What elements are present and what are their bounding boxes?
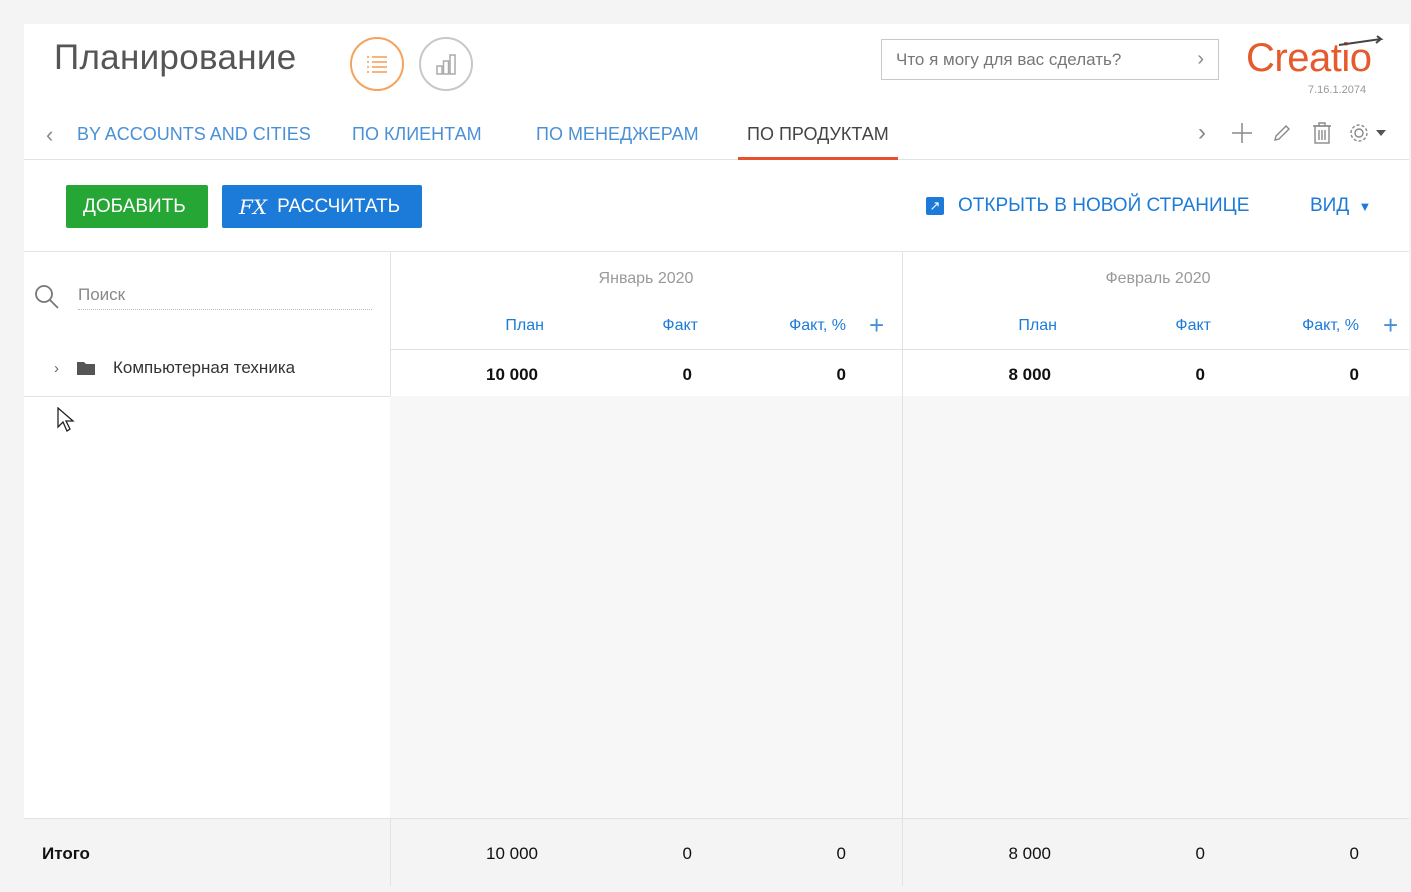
search-icon: [35, 285, 59, 309]
total-jan-fact: 0: [682, 844, 692, 863]
view-menu-button[interactable]: ВИД ▼: [1310, 195, 1371, 217]
folder-icon: [77, 362, 95, 375]
calculate-button[interactable]: fx РАССЧИТАТЬ: [222, 185, 422, 228]
command-line-placeholder: Что я могу для вас сделать?: [896, 49, 1122, 69]
page-title: Планирование: [54, 38, 297, 77]
version-label: 7.16.1.2074: [1308, 84, 1367, 96]
list-view-button[interactable]: [350, 37, 404, 91]
chevron-right-icon[interactable]: ›: [54, 360, 59, 377]
delete-icon[interactable]: [1309, 120, 1335, 146]
cell-jan-fact-percent[interactable]: 0: [772, 365, 846, 385]
period-header: Февраль 2020: [1105, 270, 1211, 287]
cell-feb-fact[interactable]: 0: [1131, 365, 1205, 385]
tab-by-products[interactable]: ПО ПРОДУКТАМ: [738, 112, 898, 160]
calculate-button-label: РАССЧИТАТЬ: [277, 195, 401, 217]
column-header-fact-percent[interactable]: Факт, %: [1269, 317, 1359, 335]
total-jan-plan: 10 000: [486, 844, 538, 863]
caret-down-icon: ▼: [1358, 199, 1372, 214]
grid-divider: [390, 818, 391, 886]
tree-row-computer-equipment[interactable]: › Компьютерная техника: [54, 358, 295, 378]
grid-search[interactable]: Поиск: [34, 284, 372, 310]
chart-icon: [436, 54, 456, 75]
column-header-fact[interactable]: Факт: [618, 317, 698, 335]
tree-row-label: Компьютерная техника: [113, 358, 296, 377]
tab-tools: ›: [1189, 119, 1389, 146]
command-line-input[interactable]: Что я могу для вас сделать? ›: [881, 39, 1219, 80]
cell-feb-fact-percent[interactable]: 0: [1285, 365, 1359, 385]
column-header-plan[interactable]: План: [977, 317, 1057, 335]
tab-prev-icon[interactable]: ‹: [46, 122, 53, 148]
list-icon: [367, 56, 387, 73]
grid-divider: [902, 396, 903, 818]
tab-by-managers[interactable]: ПО МЕНЕДЖЕРАМ: [527, 112, 708, 160]
total-feb-fact: 0: [1195, 844, 1205, 863]
function-icon: fx: [239, 194, 268, 219]
external-link-icon: ↗: [926, 197, 944, 215]
add-column-icon[interactable]: +: [1383, 310, 1398, 341]
total-feb-fact-percent: 0: [1349, 844, 1359, 863]
view-menu-label: ВИД: [1310, 195, 1350, 216]
grid-empty-area: [390, 396, 1409, 818]
grid-search-placeholder: Поиск: [78, 285, 372, 310]
tab-bar: ‹ BY ACCOUNTS AND CITIES ПО КЛИЕНТАМ ПО …: [24, 112, 1409, 160]
open-in-new-page-label: ОТКРЫТЬ В НОВОЙ СТРАНИЦЕ: [958, 195, 1250, 216]
header-divider: [390, 349, 1409, 350]
chevron-right-icon[interactable]: ›: [1197, 48, 1204, 71]
tab-by-clients[interactable]: ПО КЛИЕНТАМ: [343, 112, 491, 160]
column-header-fact[interactable]: Факт: [1131, 317, 1211, 335]
chart-view-button[interactable]: [419, 37, 473, 91]
total-feb-plan: 8 000: [1008, 844, 1051, 863]
cell-jan-plan[interactable]: 10 000: [444, 365, 538, 385]
settings-icon[interactable]: [1349, 120, 1389, 146]
mouse-cursor-icon: [57, 407, 75, 432]
add-button[interactable]: ДОБАВИТЬ: [66, 185, 208, 228]
period-header: Январь 2020: [598, 270, 694, 287]
column-header-fact-percent[interactable]: Факт, %: [756, 317, 846, 335]
grid-divider: [902, 818, 903, 886]
totals-label: Итого: [42, 844, 90, 863]
grid-top-border: [24, 251, 1409, 252]
add-column-icon[interactable]: +: [869, 310, 884, 341]
logo-arrow-icon: [1338, 35, 1384, 46]
cell-feb-plan[interactable]: 8 000: [957, 365, 1051, 385]
open-in-new-page-link[interactable]: ↗ ОТКРЫТЬ В НОВОЙ СТРАНИЦЕ: [926, 195, 1249, 217]
edit-icon[interactable]: [1269, 120, 1295, 146]
cell-jan-fact[interactable]: 0: [618, 365, 692, 385]
total-jan-fact-percent: 0: [836, 844, 846, 863]
column-header-plan[interactable]: План: [464, 317, 544, 335]
tab-next-icon[interactable]: ›: [1189, 119, 1215, 146]
add-tab-icon[interactable]: [1229, 120, 1255, 146]
planning-panel: Планирование Что я могу для вас сделать?…: [24, 24, 1409, 886]
tab-by-accounts-and-cities[interactable]: BY ACCOUNTS AND CITIES: [68, 112, 320, 160]
